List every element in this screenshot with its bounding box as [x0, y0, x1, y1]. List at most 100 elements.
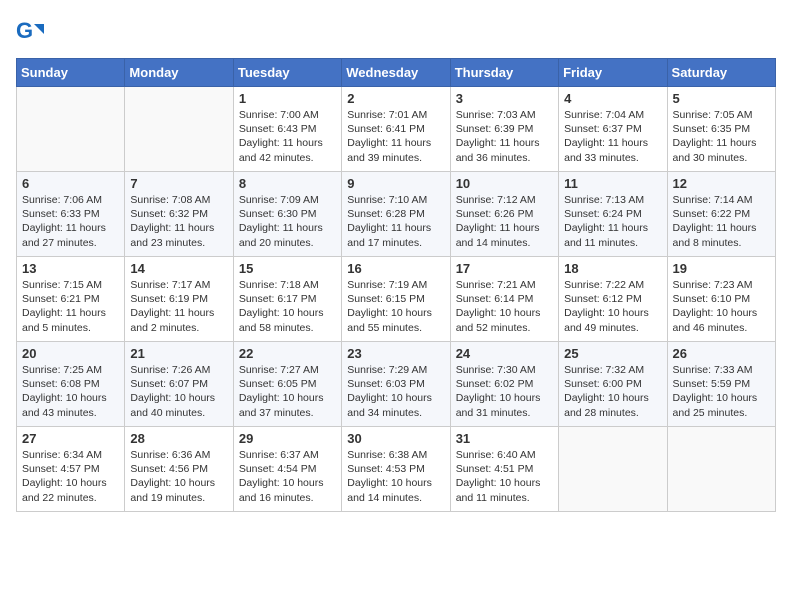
day-info: Sunrise: 7:26 AM Sunset: 6:07 PM Dayligh…	[130, 363, 227, 420]
logo: G	[16, 16, 50, 46]
day-info: Sunrise: 7:27 AM Sunset: 6:05 PM Dayligh…	[239, 363, 336, 420]
day-info: Sunrise: 7:00 AM Sunset: 6:43 PM Dayligh…	[239, 108, 336, 165]
week-row-5: 27 Sunrise: 6:34 AM Sunset: 4:57 PM Dayli…	[17, 427, 776, 512]
calendar-cell: 27 Sunrise: 6:34 AM Sunset: 4:57 PM Dayli…	[17, 427, 125, 512]
day-number: 8	[239, 176, 336, 191]
day-number: 27	[22, 431, 119, 446]
week-row-3: 13Sunrise: 7:15 AM Sunset: 6:21 PM Dayli…	[17, 257, 776, 342]
day-info: Sunrise: 7:13 AM Sunset: 6:24 PM Dayligh…	[564, 193, 661, 250]
calendar-cell: 23Sunrise: 7:29 AM Sunset: 6:03 PM Dayli…	[342, 342, 450, 427]
column-header-monday: Monday	[125, 59, 233, 87]
calendar-cell: 31 Sunrise: 6:40 AM Sunset: 4:51 PM Dayli…	[450, 427, 558, 512]
day-info: Sunrise: 7:19 AM Sunset: 6:15 PM Dayligh…	[347, 278, 444, 335]
day-number: 18	[564, 261, 661, 276]
day-number: 22	[239, 346, 336, 361]
day-number: 28	[130, 431, 227, 446]
day-number: 7	[130, 176, 227, 191]
day-number: 31	[456, 431, 553, 446]
day-number: 4	[564, 91, 661, 106]
calendar-cell: 12Sunrise: 7:14 AM Sunset: 6:22 PM Dayli…	[667, 172, 775, 257]
calendar-cell: 20 Sunrise: 7:25 AM Sunset: 6:08 PM Dayli…	[17, 342, 125, 427]
day-number: 12	[673, 176, 770, 191]
day-info: Sunrise: 7:01 AM Sunset: 6:41 PM Dayligh…	[347, 108, 444, 165]
day-info: Sunrise: 7:17 AM Sunset: 6:19 PM Dayligh…	[130, 278, 227, 335]
svg-text:G: G	[16, 18, 33, 43]
day-number: 29	[239, 431, 336, 446]
calendar-cell: 9 Sunrise: 7:10 AM Sunset: 6:28 PM Daylig…	[342, 172, 450, 257]
column-header-thursday: Thursday	[450, 59, 558, 87]
calendar-cell	[559, 427, 667, 512]
calendar-body: 1 Sunrise: 7:00 AM Sunset: 6:43 PM Daylig…	[17, 87, 776, 512]
calendar-cell: 8 Sunrise: 7:09 AM Sunset: 6:30 PM Daylig…	[233, 172, 341, 257]
day-info: Sunrise: 7:22 AM Sunset: 6:12 PM Dayligh…	[564, 278, 661, 335]
header-row: SundayMondayTuesdayWednesdayThursdayFrid…	[17, 59, 776, 87]
calendar-cell: 14 Sunrise: 7:17 AM Sunset: 6:19 PM Dayli…	[125, 257, 233, 342]
day-number: 15	[239, 261, 336, 276]
calendar-cell: 4 Sunrise: 7:04 AM Sunset: 6:37 PM Daylig…	[559, 87, 667, 172]
day-info: Sunrise: 7:33 AM Sunset: 5:59 PM Dayligh…	[673, 363, 770, 420]
calendar-cell: 17Sunrise: 7:21 AM Sunset: 6:14 PM Dayli…	[450, 257, 558, 342]
week-row-1: 1 Sunrise: 7:00 AM Sunset: 6:43 PM Daylig…	[17, 87, 776, 172]
day-number: 1	[239, 91, 336, 106]
calendar-cell: 25 Sunrise: 7:32 AM Sunset: 6:00 PM Dayli…	[559, 342, 667, 427]
day-number: 17	[456, 261, 553, 276]
day-number: 2	[347, 91, 444, 106]
calendar-cell: 22 Sunrise: 7:27 AM Sunset: 6:05 PM Dayli…	[233, 342, 341, 427]
day-number: 20	[22, 346, 119, 361]
day-info: Sunrise: 6:40 AM Sunset: 4:51 PM Dayligh…	[456, 448, 553, 505]
day-info: Sunrise: 7:30 AM Sunset: 6:02 PM Dayligh…	[456, 363, 553, 420]
day-number: 5	[673, 91, 770, 106]
week-row-4: 20 Sunrise: 7:25 AM Sunset: 6:08 PM Dayli…	[17, 342, 776, 427]
calendar-cell: 30 Sunrise: 6:38 AM Sunset: 4:53 PM Dayli…	[342, 427, 450, 512]
calendar-table: SundayMondayTuesdayWednesdayThursdayFrid…	[16, 58, 776, 512]
calendar-cell	[667, 427, 775, 512]
day-info: Sunrise: 7:04 AM Sunset: 6:37 PM Dayligh…	[564, 108, 661, 165]
day-number: 14	[130, 261, 227, 276]
day-number: 6	[22, 176, 119, 191]
calendar-cell: 5Sunrise: 7:05 AM Sunset: 6:35 PM Daylig…	[667, 87, 775, 172]
day-info: Sunrise: 7:12 AM Sunset: 6:26 PM Dayligh…	[456, 193, 553, 250]
column-header-sunday: Sunday	[17, 59, 125, 87]
column-header-saturday: Saturday	[667, 59, 775, 87]
page-header: G	[16, 16, 776, 46]
day-info: Sunrise: 7:10 AM Sunset: 6:28 PM Dayligh…	[347, 193, 444, 250]
calendar-cell: 11 Sunrise: 7:13 AM Sunset: 6:24 PM Dayli…	[559, 172, 667, 257]
day-info: Sunrise: 6:34 AM Sunset: 4:57 PM Dayligh…	[22, 448, 119, 505]
column-header-friday: Friday	[559, 59, 667, 87]
calendar-cell: 29 Sunrise: 6:37 AM Sunset: 4:54 PM Dayli…	[233, 427, 341, 512]
day-number: 21	[130, 346, 227, 361]
day-number: 11	[564, 176, 661, 191]
calendar-cell: 1 Sunrise: 7:00 AM Sunset: 6:43 PM Daylig…	[233, 87, 341, 172]
day-number: 24	[456, 346, 553, 361]
day-info: Sunrise: 7:32 AM Sunset: 6:00 PM Dayligh…	[564, 363, 661, 420]
calendar-cell: 2 Sunrise: 7:01 AM Sunset: 6:41 PM Daylig…	[342, 87, 450, 172]
day-info: Sunrise: 6:37 AM Sunset: 4:54 PM Dayligh…	[239, 448, 336, 505]
day-info: Sunrise: 7:08 AM Sunset: 6:32 PM Dayligh…	[130, 193, 227, 250]
day-info: Sunrise: 7:18 AM Sunset: 6:17 PM Dayligh…	[239, 278, 336, 335]
calendar-cell: 10 Sunrise: 7:12 AM Sunset: 6:26 PM Dayli…	[450, 172, 558, 257]
day-number: 26	[673, 346, 770, 361]
day-number: 30	[347, 431, 444, 446]
calendar-cell: 28Sunrise: 6:36 AM Sunset: 4:56 PM Dayli…	[125, 427, 233, 512]
calendar-cell	[17, 87, 125, 172]
day-info: Sunrise: 7:06 AM Sunset: 6:33 PM Dayligh…	[22, 193, 119, 250]
day-number: 9	[347, 176, 444, 191]
calendar-cell: 24 Sunrise: 7:30 AM Sunset: 6:02 PM Dayli…	[450, 342, 558, 427]
day-info: Sunrise: 7:23 AM Sunset: 6:10 PM Dayligh…	[673, 278, 770, 335]
logo-icon: G	[16, 16, 46, 46]
day-info: Sunrise: 7:29 AM Sunset: 6:03 PM Dayligh…	[347, 363, 444, 420]
day-info: Sunrise: 7:03 AM Sunset: 6:39 PM Dayligh…	[456, 108, 553, 165]
day-number: 25	[564, 346, 661, 361]
calendar-cell: 15 Sunrise: 7:18 AM Sunset: 6:17 PM Dayli…	[233, 257, 341, 342]
calendar-cell: 3Sunrise: 7:03 AM Sunset: 6:39 PM Daylig…	[450, 87, 558, 172]
calendar-cell	[125, 87, 233, 172]
day-number: 19	[673, 261, 770, 276]
calendar-cell: 21 Sunrise: 7:26 AM Sunset: 6:07 PM Dayli…	[125, 342, 233, 427]
calendar-cell: 18 Sunrise: 7:22 AM Sunset: 6:12 PM Dayli…	[559, 257, 667, 342]
day-number: 10	[456, 176, 553, 191]
day-number: 13	[22, 261, 119, 276]
day-info: Sunrise: 7:25 AM Sunset: 6:08 PM Dayligh…	[22, 363, 119, 420]
day-info: Sunrise: 7:09 AM Sunset: 6:30 PM Dayligh…	[239, 193, 336, 250]
day-info: Sunrise: 6:38 AM Sunset: 4:53 PM Dayligh…	[347, 448, 444, 505]
calendar-cell: 19 Sunrise: 7:23 AM Sunset: 6:10 PM Dayli…	[667, 257, 775, 342]
